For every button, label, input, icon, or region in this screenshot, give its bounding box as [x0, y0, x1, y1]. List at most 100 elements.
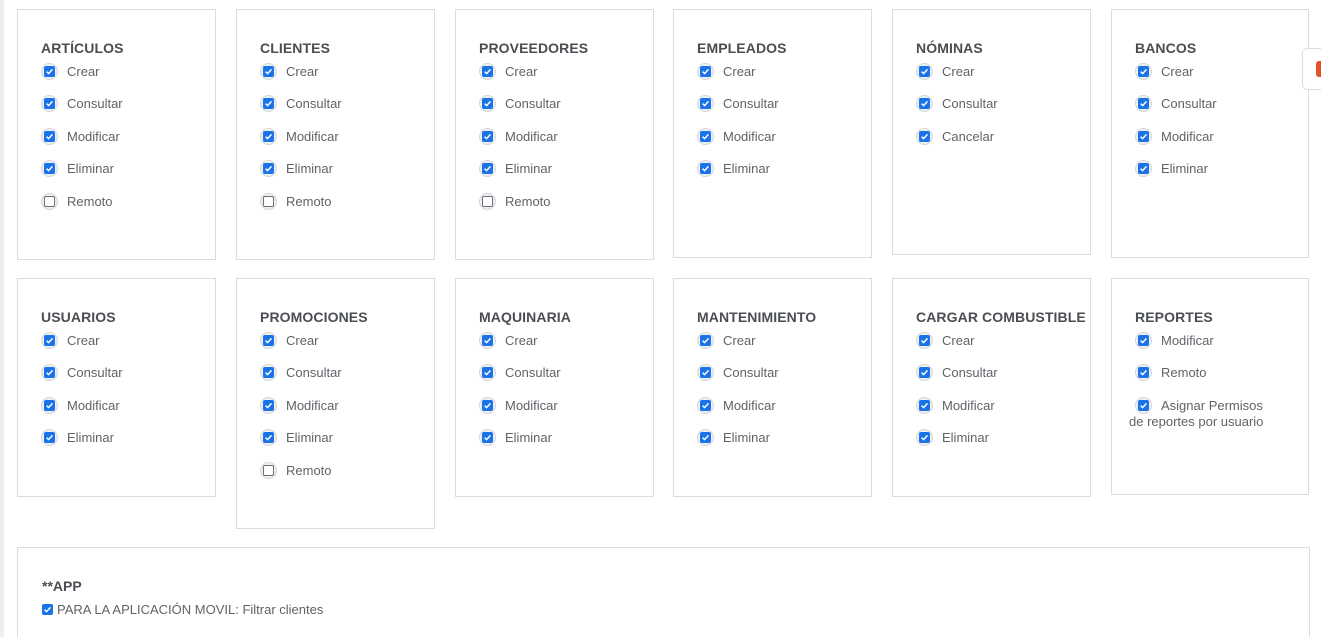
- permission-checkbox[interactable]: [41, 127, 58, 145]
- permission-consultar[interactable]: Consultar: [41, 364, 215, 397]
- permission-consultar[interactable]: Consultar: [697, 364, 871, 397]
- permission-checkbox[interactable]: [260, 127, 277, 145]
- permission-checkbox[interactable]: [260, 364, 277, 382]
- permission-checkbox[interactable]: [260, 332, 277, 349]
- permission-checkbox[interactable]: [479, 160, 496, 178]
- permission-crear[interactable]: Crear: [260, 332, 434, 365]
- permission-modificar[interactable]: Modificar: [1135, 332, 1308, 365]
- permission-checkbox[interactable]: [1135, 127, 1152, 145]
- permission-crear[interactable]: Crear: [479, 332, 653, 365]
- permission-checkbox[interactable]: [916, 95, 933, 113]
- permission-checkbox[interactable]: [916, 332, 933, 349]
- permission-modificar[interactable]: Modificar: [697, 396, 871, 430]
- permission-consultar[interactable]: Consultar: [260, 364, 434, 397]
- permission-checkbox[interactable]: [479, 396, 496, 414]
- app-filter-clients-checkbox[interactable]: [42, 604, 53, 615]
- permission-checkbox[interactable]: [41, 364, 58, 382]
- permission-checkbox[interactable]: [41, 95, 58, 113]
- permission-checkbox[interactable]: [260, 192, 277, 210]
- permission-checkbox[interactable]: [479, 95, 496, 113]
- permission-checkbox[interactable]: [479, 192, 496, 210]
- permission-checkbox[interactable]: [1135, 160, 1152, 178]
- permission-eliminar[interactable]: Eliminar: [697, 160, 871, 193]
- permission-checkbox[interactable]: [260, 95, 277, 113]
- permission-modificar[interactable]: Modificar: [41, 396, 215, 430]
- app-filter-clients-option[interactable]: PARA LA APLICACIÓN MOVIL: Filtrar client…: [42, 602, 1309, 617]
- permission-consultar[interactable]: Consultar: [41, 95, 215, 128]
- permission-checkbox[interactable]: [260, 63, 277, 80]
- permission-checkbox[interactable]: [916, 364, 933, 382]
- permission-checkbox[interactable]: [479, 364, 496, 382]
- permission-consultar[interactable]: Consultar: [916, 95, 1090, 128]
- permission-checkbox[interactable]: [260, 429, 277, 447]
- permission-checkbox[interactable]: [479, 127, 496, 145]
- permission-crear[interactable]: Crear: [41, 332, 215, 365]
- permission-eliminar[interactable]: Eliminar: [916, 429, 1090, 462]
- permission-consultar[interactable]: Consultar: [479, 364, 653, 397]
- permission-checkbox[interactable]: [697, 396, 714, 414]
- permission-modificar[interactable]: Modificar: [697, 127, 871, 161]
- permission-checkbox[interactable]: [41, 396, 58, 414]
- permission-remoto[interactable]: Remoto: [479, 192, 653, 226]
- permission-remoto[interactable]: Remoto: [1135, 364, 1308, 397]
- permission-modificar[interactable]: Modificar: [260, 396, 434, 430]
- permission-modificar[interactable]: Modificar: [41, 127, 215, 161]
- permission-crear[interactable]: Crear: [916, 332, 1090, 365]
- permission-checkbox[interactable]: [41, 192, 58, 210]
- permission-eliminar[interactable]: Eliminar: [41, 429, 215, 462]
- permission-remoto[interactable]: Remoto: [41, 192, 215, 226]
- permission-cancelar[interactable]: Cancelar: [916, 127, 1090, 161]
- permission-checkbox[interactable]: [697, 429, 714, 447]
- permission-checkbox[interactable]: [697, 63, 714, 80]
- permission-checkbox[interactable]: [479, 429, 496, 447]
- permission-checkbox[interactable]: [697, 95, 714, 113]
- permission-consultar[interactable]: Consultar: [1135, 95, 1308, 128]
- permission-modificar[interactable]: Modificar: [916, 396, 1090, 430]
- side-panel-tab[interactable]: [1302, 48, 1321, 90]
- permission-asignar-permisos-de-reportes-por-usuario[interactable]: Asignar Permisos de reportes por usuario: [1129, 396, 1269, 429]
- permission-crear[interactable]: Crear: [260, 63, 434, 96]
- permission-checkbox[interactable]: [1135, 396, 1152, 414]
- permission-eliminar[interactable]: Eliminar: [479, 160, 653, 193]
- permission-consultar[interactable]: Consultar: [697, 95, 871, 128]
- permission-modificar[interactable]: Modificar: [260, 127, 434, 161]
- permission-crear[interactable]: Crear: [479, 63, 653, 96]
- permission-crear[interactable]: Crear: [41, 63, 215, 96]
- permission-modificar[interactable]: Modificar: [1135, 127, 1308, 161]
- permission-checkbox[interactable]: [260, 160, 277, 178]
- permission-eliminar[interactable]: Eliminar: [260, 160, 434, 193]
- permission-eliminar[interactable]: Eliminar: [697, 429, 871, 462]
- permission-eliminar[interactable]: Eliminar: [479, 429, 653, 462]
- permission-checkbox[interactable]: [1135, 364, 1152, 382]
- permission-consultar[interactable]: Consultar: [260, 95, 434, 128]
- permission-modificar[interactable]: Modificar: [479, 127, 653, 161]
- permission-crear[interactable]: Crear: [1135, 63, 1308, 96]
- permission-crear[interactable]: Crear: [697, 332, 871, 365]
- permission-consultar[interactable]: Consultar: [916, 364, 1090, 397]
- permission-checkbox[interactable]: [916, 127, 933, 145]
- permission-checkbox[interactable]: [916, 63, 933, 80]
- permission-checkbox[interactable]: [916, 396, 933, 414]
- permission-eliminar[interactable]: Eliminar: [260, 429, 434, 462]
- permission-crear[interactable]: Crear: [916, 63, 1090, 96]
- permission-checkbox[interactable]: [260, 461, 277, 479]
- permission-remoto[interactable]: Remoto: [260, 461, 434, 495]
- permission-modificar[interactable]: Modificar: [479, 396, 653, 430]
- permission-checkbox[interactable]: [479, 63, 496, 80]
- permission-checkbox[interactable]: [1135, 332, 1152, 349]
- permission-eliminar[interactable]: Eliminar: [41, 160, 215, 193]
- permission-checkbox[interactable]: [697, 160, 714, 178]
- permission-checkbox[interactable]: [697, 364, 714, 382]
- permission-checkbox[interactable]: [41, 429, 58, 447]
- permission-checkbox[interactable]: [479, 332, 496, 349]
- permission-remoto[interactable]: Remoto: [260, 192, 434, 226]
- permission-checkbox[interactable]: [1135, 95, 1152, 113]
- permission-eliminar[interactable]: Eliminar: [1135, 160, 1308, 193]
- permission-checkbox[interactable]: [697, 332, 714, 349]
- permission-checkbox[interactable]: [41, 160, 58, 178]
- permission-consultar[interactable]: Consultar: [479, 95, 653, 128]
- permission-checkbox[interactable]: [260, 396, 277, 414]
- permission-checkbox[interactable]: [916, 429, 933, 447]
- permission-crear[interactable]: Crear: [697, 63, 871, 96]
- permission-checkbox[interactable]: [41, 332, 58, 349]
